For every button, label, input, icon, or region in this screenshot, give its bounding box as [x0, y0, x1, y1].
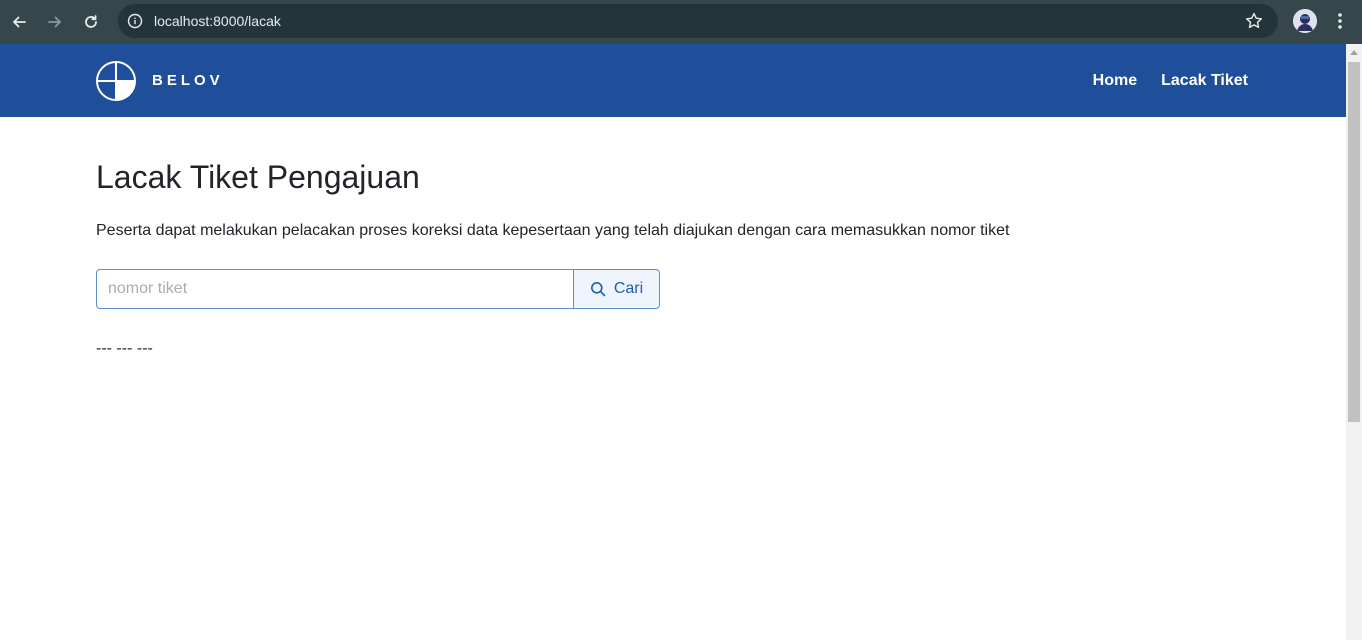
scroll-thumb[interactable]	[1348, 62, 1360, 422]
url-text[interactable]: localhost:8000/lacak	[154, 4, 281, 38]
scroll-up-arrow-icon[interactable]	[1350, 50, 1358, 55]
kebab-menu-icon	[1338, 13, 1342, 29]
nav-links: Home Lacak Tiket	[1093, 44, 1248, 117]
avatar-icon	[1293, 9, 1317, 33]
reload-icon	[85, 15, 97, 28]
site-navbar: BELOV Home Lacak Tiket	[0, 44, 1346, 117]
arrow-right-icon	[48, 16, 61, 28]
brand-name[interactable]: BELOV	[152, 44, 224, 117]
forward-button[interactable]	[41, 8, 69, 36]
page-description: Peserta dapat melakukan pelacakan proses…	[96, 222, 1010, 239]
ticket-number-input[interactable]	[96, 269, 573, 309]
browser-menu-button[interactable]	[1330, 10, 1350, 34]
nav-link-lacak-tiket[interactable]: Lacak Tiket	[1161, 72, 1248, 90]
profile-avatar[interactable]	[1293, 9, 1317, 33]
browser-toolbar: localhost:8000/lacak	[0, 0, 1362, 44]
address-bar[interactable]: localhost:8000/lacak	[118, 4, 1278, 38]
search-icon	[590, 282, 606, 297]
reload-button[interactable]	[77, 8, 105, 36]
arrow-left-icon	[13, 16, 26, 28]
page-scrollbar[interactable]	[1346, 44, 1362, 640]
nav-link-home[interactable]: Home	[1093, 72, 1137, 90]
brand-logo-icon[interactable]	[96, 61, 136, 101]
page-title: Lacak Tiket Pengajuan	[96, 159, 420, 195]
search-button[interactable]: Cari	[573, 269, 660, 309]
star-icon[interactable]	[1244, 11, 1264, 31]
ticket-search-group: Cari	[96, 269, 660, 309]
info-icon[interactable]	[126, 12, 144, 30]
search-result: --- --- ---	[96, 340, 153, 357]
search-button-label: Cari	[613, 280, 644, 297]
back-button[interactable]	[5, 8, 33, 36]
